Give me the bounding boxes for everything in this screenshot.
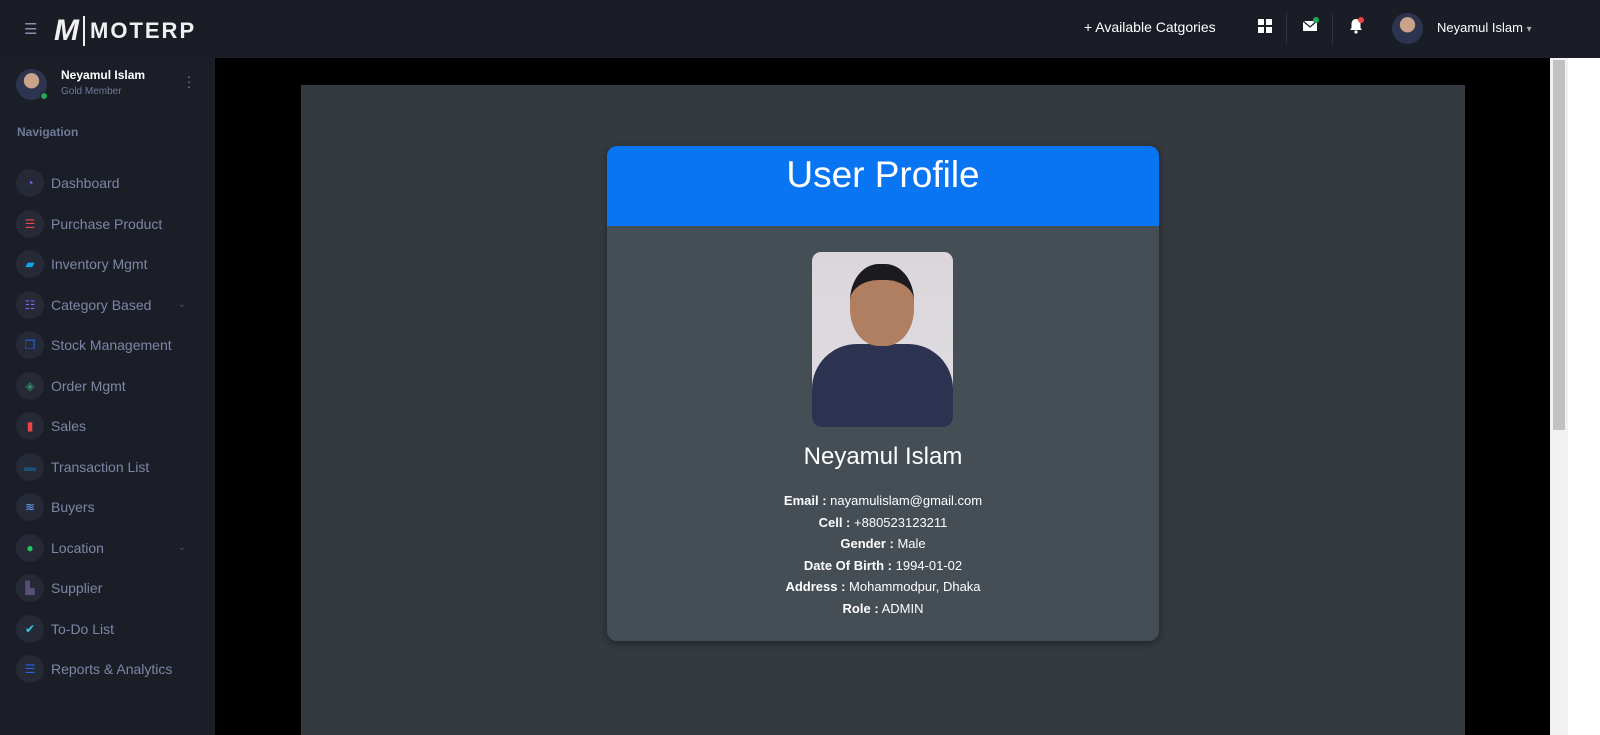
sidebar-nav: ◔ Dashboard ☰ Purchase Product ▰ Inventory Mg… bbox=[16, 163, 206, 690]
mail-badge bbox=[1313, 17, 1319, 23]
available-categories-link[interactable]: + Available Catgories bbox=[1084, 19, 1216, 35]
nav-heading: Navigation bbox=[17, 125, 79, 139]
sidebar-item-label: To-Do List bbox=[51, 620, 115, 637]
logo[interactable]: M MOTERP bbox=[54, 14, 196, 48]
tasks-icon: ☷ bbox=[16, 290, 44, 319]
field-label: Cell : bbox=[818, 514, 851, 530]
notification-badge bbox=[1358, 17, 1364, 23]
sidebar-user-role: Gold Member bbox=[61, 86, 122, 97]
profile-field: Address : Mohammodpur, Dhaka bbox=[607, 576, 1159, 598]
sidebar-item-purchase-product[interactable]: ☰ Purchase Product bbox=[16, 204, 206, 245]
sidebar-item-label: Dashboard bbox=[51, 175, 120, 192]
sidebar-item-stock-management[interactable]: ❐ Stock Management bbox=[16, 325, 206, 366]
sidebar-item-label: Supplier bbox=[51, 580, 103, 597]
clone-icon: ❐ bbox=[16, 331, 44, 360]
profile-name: Neyamul Islam bbox=[803, 443, 963, 470]
field-label: Gender : bbox=[840, 536, 894, 551]
sidebar-item-label: Stock Management bbox=[51, 337, 172, 354]
sidebar-item-buyers[interactable]: ≋ Buyers bbox=[16, 487, 206, 528]
industry-icon: ▙ bbox=[16, 574, 44, 603]
sidebar-item-dashboard[interactable]: ◔ Dashboard bbox=[16, 163, 206, 204]
sidebar-item-label: Reports & Analytics bbox=[51, 661, 173, 678]
divider bbox=[1332, 13, 1333, 44]
globe-icon: ● bbox=[16, 533, 44, 562]
sidebar-user-name: Neyamul Islam bbox=[61, 68, 146, 82]
kebab-menu-icon[interactable]: · · · bbox=[186, 69, 192, 93]
hamburger-menu-icon[interactable]: ☰ bbox=[24, 20, 37, 38]
field-value: Mohammodpur, Dhaka bbox=[849, 579, 981, 594]
field-value: 1994-01-02 bbox=[895, 557, 963, 573]
user-avatar[interactable] bbox=[1392, 13, 1423, 44]
profile-field: Date Of Birth : 1994-01-02 bbox=[607, 555, 1159, 577]
sidebar-item-label: Sales bbox=[51, 418, 87, 435]
profile-field: Role : ADMIN bbox=[607, 598, 1159, 620]
profile-field: Email : nayamulislam@gmail.com bbox=[607, 490, 1159, 512]
field-value: +880523123211 bbox=[854, 514, 948, 530]
sidebar: Neyamul Islam Gold Member · · · Navigation… bbox=[0, 58, 215, 735]
scrollbar[interactable] bbox=[1550, 58, 1568, 735]
field-label: Date Of Birth : bbox=[803, 557, 892, 573]
card-title: User Profile bbox=[607, 146, 1159, 226]
bar-chart-icon: ▮ bbox=[16, 412, 44, 441]
sidebar-avatar bbox=[16, 69, 48, 100]
gauge-icon: ◔ bbox=[16, 169, 44, 198]
top-navbar: ☰ M MOTERP + Available Catgories Neyamul… bbox=[0, 0, 1600, 58]
sidebar-item-sales[interactable]: ▮ Sales bbox=[16, 406, 206, 447]
user-menu[interactable]: Neyamul Islam ▾ bbox=[1437, 20, 1532, 35]
logo-divider bbox=[83, 16, 85, 46]
sidebar-item-label: Category Based bbox=[51, 296, 152, 313]
user-name: Neyamul Islam bbox=[1437, 20, 1523, 35]
sidebar-item-label: Purchase Product bbox=[51, 215, 163, 232]
caret-down-icon: ▾ bbox=[1526, 24, 1532, 35]
profile-field: Cell : +880523123211 bbox=[607, 512, 1159, 534]
field-label: Email : bbox=[783, 493, 827, 508]
sidebar-item-category-based[interactable]: ☷ Category Based ⌄ bbox=[16, 285, 206, 326]
check-circle-icon: ✔ bbox=[16, 614, 44, 643]
grid-icon[interactable] bbox=[1257, 18, 1273, 34]
field-label: Address : bbox=[785, 579, 846, 594]
scroll-icon: ▰ bbox=[16, 250, 44, 279]
sidebar-item-order-mgmt[interactable]: ◈ Order Mgmt bbox=[16, 366, 206, 407]
sidebar-item-inventory-mgmt[interactable]: ▰ Inventory Mgmt bbox=[16, 244, 206, 285]
wind-icon: ≋ bbox=[16, 493, 44, 522]
logo-mark: M bbox=[54, 14, 79, 47]
sidebar-item-transaction-list[interactable]: ▬ Transaction List bbox=[16, 447, 206, 488]
sidebar-item-supplier[interactable]: ▙ Supplier bbox=[16, 568, 206, 609]
field-label: Role : bbox=[842, 600, 879, 616]
sidebar-item-reports-analytics[interactable]: ☰ Reports & Analytics bbox=[16, 649, 206, 690]
scrollbar-thumb[interactable] bbox=[1553, 60, 1565, 430]
profile-details: Email : nayamulislam@gmail.com Cell : +88… bbox=[607, 490, 1159, 619]
sidebar-item-label: Location bbox=[51, 539, 104, 556]
user-profile-card: User Profile Neyamul Islam Email : nayam… bbox=[607, 146, 1159, 641]
server-icon: ☰ bbox=[16, 655, 44, 684]
profile-field: Gender : Male bbox=[607, 533, 1159, 555]
sidebar-item-label: Buyers bbox=[51, 499, 95, 516]
divider bbox=[1286, 13, 1287, 44]
chevron-down-icon: ⌄ bbox=[177, 299, 186, 311]
sidebar-item-label: Inventory Mgmt bbox=[51, 256, 148, 273]
field-value: Male bbox=[897, 536, 926, 551]
sidebar-item-to-do-list[interactable]: ✔ To-Do List bbox=[16, 609, 206, 650]
logo-text: MOTERP bbox=[90, 18, 197, 43]
sidebar-item-label: Order Mgmt bbox=[51, 377, 126, 394]
chevron-down-icon: ⌄ bbox=[177, 542, 186, 554]
field-value: ADMIN bbox=[881, 600, 924, 616]
field-value: nayamulislam@gmail.com bbox=[830, 493, 983, 508]
online-status-dot bbox=[40, 92, 48, 100]
money-bill-icon: ▬ bbox=[16, 452, 44, 481]
sidebar-item-location[interactable]: ● Location ⌄ bbox=[16, 528, 206, 569]
list-icon: ☰ bbox=[16, 209, 44, 238]
profile-photo bbox=[812, 252, 953, 427]
sidebar-item-label: Transaction List bbox=[51, 458, 150, 475]
layers-icon: ◈ bbox=[16, 371, 44, 400]
